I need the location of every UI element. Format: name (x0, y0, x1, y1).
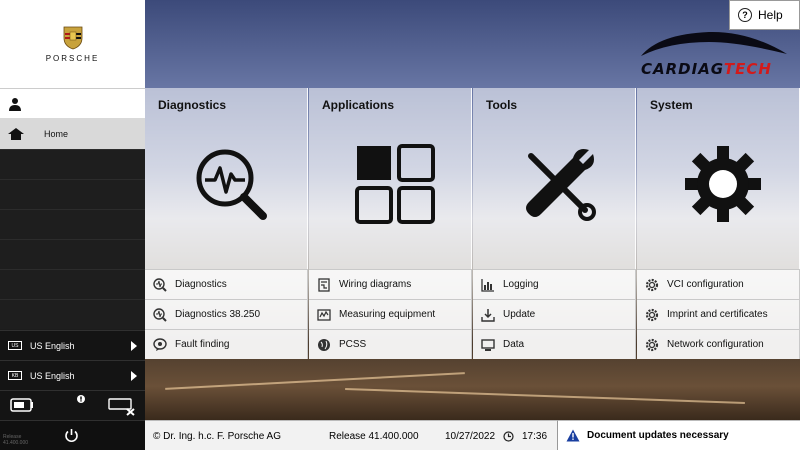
power-icon[interactable] (64, 428, 79, 443)
keyboard-layout-label: US English (30, 370, 75, 381)
applications-grid-icon (355, 144, 435, 224)
gear-icon (685, 146, 761, 222)
gear-icon (645, 308, 659, 321)
document-updates-label: Document updates necessary (587, 430, 729, 441)
diagnostics-icon (153, 277, 167, 292)
menu-item-update[interactable]: Update (473, 299, 636, 329)
fault-finding-icon (153, 337, 167, 351)
time-text: 17:36 (522, 431, 548, 442)
language-icon: US (8, 341, 22, 350)
help-icon: ? (738, 8, 752, 22)
document-updates-notice[interactable]: Document updates necessary (557, 420, 800, 450)
help-button[interactable]: ? Help (729, 0, 800, 30)
tile-title: Tools (486, 98, 518, 112)
main-area: ? Help CARDIAGTECH Diagnostics Applicati… (145, 0, 800, 420)
watermark-logo: CARDIAGTECH (641, 60, 772, 78)
menu-item-data[interactable]: Data (473, 329, 636, 359)
gear-icon (645, 338, 659, 351)
menu-item-pcss[interactable]: PCSS (309, 329, 472, 359)
sidebar-item-home[interactable]: Home (0, 118, 145, 149)
keyboard-layout-select[interactable]: KB US English (0, 360, 145, 390)
home-icon (8, 127, 24, 140)
porsche-logo: PORSCHE (0, 0, 145, 88)
sidebar-empty-row (0, 239, 145, 269)
vci-disconnected-icon (108, 398, 135, 416)
battery-icon (10, 398, 33, 412)
diagnostics-icon (153, 307, 167, 322)
menu-item-imprint-certificates[interactable]: Imprint and certificates (637, 299, 800, 329)
measuring-equipment-icon (317, 308, 331, 321)
menu-item-network-configuration[interactable]: Network configuration (637, 329, 800, 359)
sidebar-empty-row (0, 179, 145, 209)
globe-icon (318, 338, 330, 351)
menu-item-vci-configuration[interactable]: VCI configuration (637, 269, 800, 299)
language-select[interactable]: US US English (0, 330, 145, 360)
tools-wrench-screwdriver-icon (526, 149, 596, 221)
sidebar-empty-row (0, 299, 145, 329)
porsche-crest-icon (63, 26, 82, 49)
logging-chart-icon (481, 278, 494, 292)
sidebar-empty-row (0, 269, 145, 299)
diagnostics-magnifier-icon (196, 149, 267, 220)
user-account-button[interactable] (0, 88, 145, 118)
wiring-diagrams-icon (318, 277, 330, 292)
menu-item-diagnostics[interactable]: Diagnostics (145, 269, 308, 299)
tile-title: Applications (322, 98, 395, 112)
release-small-text: Release 41.400.000 (3, 434, 29, 446)
background-light-streak (345, 388, 745, 404)
warning-icon (566, 429, 580, 442)
sidebar: PORSCHE Home US US English KB US English (0, 0, 145, 450)
copyright-text: © Dr. Ing. h.c. F. Porsche AG (153, 431, 281, 442)
status-bar (0, 390, 145, 420)
background-light-streak (165, 372, 465, 390)
data-monitor-icon (481, 338, 495, 351)
sidebar-empty-row (0, 149, 145, 179)
chevron-right-icon (131, 371, 137, 381)
clock-icon (503, 431, 514, 442)
tile-system[interactable]: System (637, 88, 800, 269)
menu-item-logging[interactable]: Logging (473, 269, 636, 299)
tile-diagnostics[interactable]: Diagnostics (145, 88, 308, 269)
tile-applications[interactable]: Applications (309, 88, 472, 269)
porsche-wordmark: PORSCHE (45, 53, 100, 63)
tile-title: Diagnostics (158, 98, 227, 112)
menu-item-wiring-diagrams[interactable]: Wiring diagrams (309, 269, 472, 299)
menu-item-fault-finding[interactable]: Fault finding (145, 329, 308, 359)
menu-item-diagnostics-38250[interactable]: Diagnostics 38.250 (145, 299, 308, 329)
release-version: Release 41.400.000 (329, 431, 419, 442)
help-label: Help (758, 8, 783, 22)
date-text: 10/27/2022 (445, 431, 496, 442)
sidebar-empty-row (0, 209, 145, 239)
tile-title: System (650, 98, 693, 112)
info-icon (77, 395, 85, 403)
tile-tools[interactable]: Tools (473, 88, 636, 269)
gear-icon (645, 278, 659, 291)
power-row: Release 41.400.000 (0, 420, 145, 450)
chevron-right-icon (131, 341, 137, 351)
update-download-icon (481, 308, 495, 322)
language-label: US English (30, 340, 75, 351)
car-silhouette-icon (641, 31, 787, 56)
sidebar-item-label: Home (44, 128, 69, 139)
user-icon (9, 97, 21, 111)
keyboard-icon: KB (8, 371, 22, 380)
menu-item-measuring-equipment[interactable]: Measuring equipment (309, 299, 472, 329)
